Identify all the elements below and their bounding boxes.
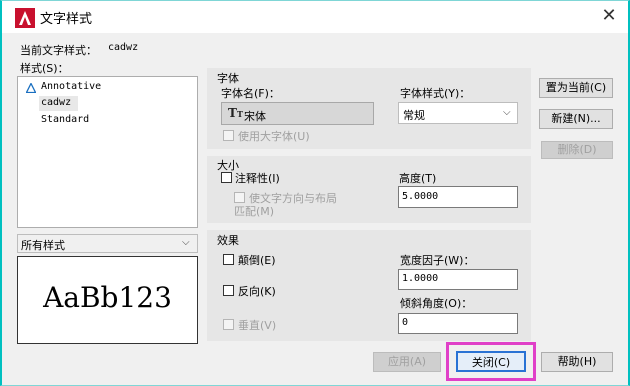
chevron-down-icon: ⌵ bbox=[503, 107, 511, 118]
height-input[interactable]: 5.0000 bbox=[398, 186, 518, 208]
annotative-checkbox[interactable] bbox=[221, 172, 232, 183]
truetype-font-icon: TT bbox=[228, 106, 243, 120]
new-style-button[interactable]: 新建(N)... bbox=[539, 109, 613, 129]
font-style-label: 字体样式(Y)： bbox=[400, 87, 471, 100]
dialog-title: 文字样式 bbox=[40, 12, 93, 27]
match-layout-checkbox[interactable] bbox=[234, 192, 245, 203]
delete-style-button[interactable]: 删除(D) bbox=[541, 141, 613, 159]
list-item-annotative[interactable]: Annotative bbox=[24, 81, 194, 95]
width-factor-label: 宽度因子(W)： bbox=[400, 254, 475, 267]
font-name-label: 字体名(F)： bbox=[221, 87, 280, 100]
chevron-down-icon: ⌵ bbox=[182, 237, 190, 248]
use-big-font-checkbox[interactable] bbox=[223, 130, 234, 141]
height-value: 5.0000 bbox=[402, 191, 439, 202]
list-item-label: Standard bbox=[41, 114, 90, 125]
oblique-angle-input[interactable]: 0 bbox=[398, 313, 518, 334]
height-label: 高度(T) bbox=[399, 172, 437, 185]
width-factor-value: 1.0000 bbox=[402, 273, 439, 284]
close-icon[interactable]: ✕ bbox=[598, 5, 620, 27]
match-layout-label-line2: 匹配(M) bbox=[234, 205, 275, 218]
preview-box: AaBb123 bbox=[17, 256, 198, 344]
font-group-title: 字体 bbox=[217, 72, 239, 85]
effects-group-title: 效果 bbox=[217, 234, 239, 247]
close-button[interactable]: 关闭(C) bbox=[456, 351, 526, 372]
annotative-label: 注释性(I) bbox=[235, 172, 280, 185]
vertical-checkbox[interactable] bbox=[223, 319, 234, 330]
preview-text: AaBb123 bbox=[43, 281, 172, 314]
use-big-font-label: 使用大字体(U) bbox=[238, 130, 310, 143]
upside-down-checkbox[interactable] bbox=[223, 254, 234, 265]
apply-button[interactable]: 应用(A) bbox=[373, 352, 441, 372]
style-filter-value: 所有样式 bbox=[21, 239, 65, 252]
font-style-value: 常规 bbox=[403, 109, 425, 122]
font-style-select[interactable]: 常规 ⌵ bbox=[398, 102, 518, 124]
autocad-logo-icon bbox=[15, 8, 35, 28]
current-style-label: 当前文字样式： bbox=[20, 44, 97, 57]
list-item-standard[interactable]: Standard bbox=[39, 114, 119, 128]
title-bar: 文字样式 ✕ bbox=[2, 1, 628, 33]
list-item-label: Annotative bbox=[41, 81, 102, 92]
width-factor-input[interactable]: 1.0000 bbox=[398, 269, 518, 290]
current-style-value: cadwz bbox=[108, 42, 139, 53]
list-item-cadwz[interactable]: cadwz bbox=[39, 96, 78, 111]
font-name-value: 宋体 bbox=[244, 110, 266, 123]
set-current-button[interactable]: 置为当前(C) bbox=[539, 78, 613, 98]
font-name-select[interactable]: TT 宋体 bbox=[221, 102, 374, 125]
oblique-angle-label: 倾斜角度(O)： bbox=[400, 297, 473, 310]
oblique-angle-value: 0 bbox=[402, 317, 409, 328]
vertical-label: 垂直(V) bbox=[238, 319, 277, 332]
upside-down-label: 颠倒(E) bbox=[238, 254, 276, 267]
annotative-icon bbox=[26, 83, 36, 93]
styles-list[interactable]: Annotative cadwz Standard bbox=[17, 76, 198, 228]
styles-label: 样式(S)： bbox=[20, 62, 69, 75]
style-filter-select[interactable]: 所有样式 ⌵ bbox=[17, 234, 198, 253]
backwards-label: 反向(K) bbox=[238, 285, 276, 298]
help-button[interactable]: 帮助(H) bbox=[541, 352, 613, 372]
list-item-label: cadwz bbox=[41, 97, 72, 108]
backwards-checkbox[interactable] bbox=[223, 285, 234, 296]
text-style-dialog: 文字样式 ✕ 当前文字样式： cadwz 样式(S)： Annotative c… bbox=[0, 0, 630, 386]
